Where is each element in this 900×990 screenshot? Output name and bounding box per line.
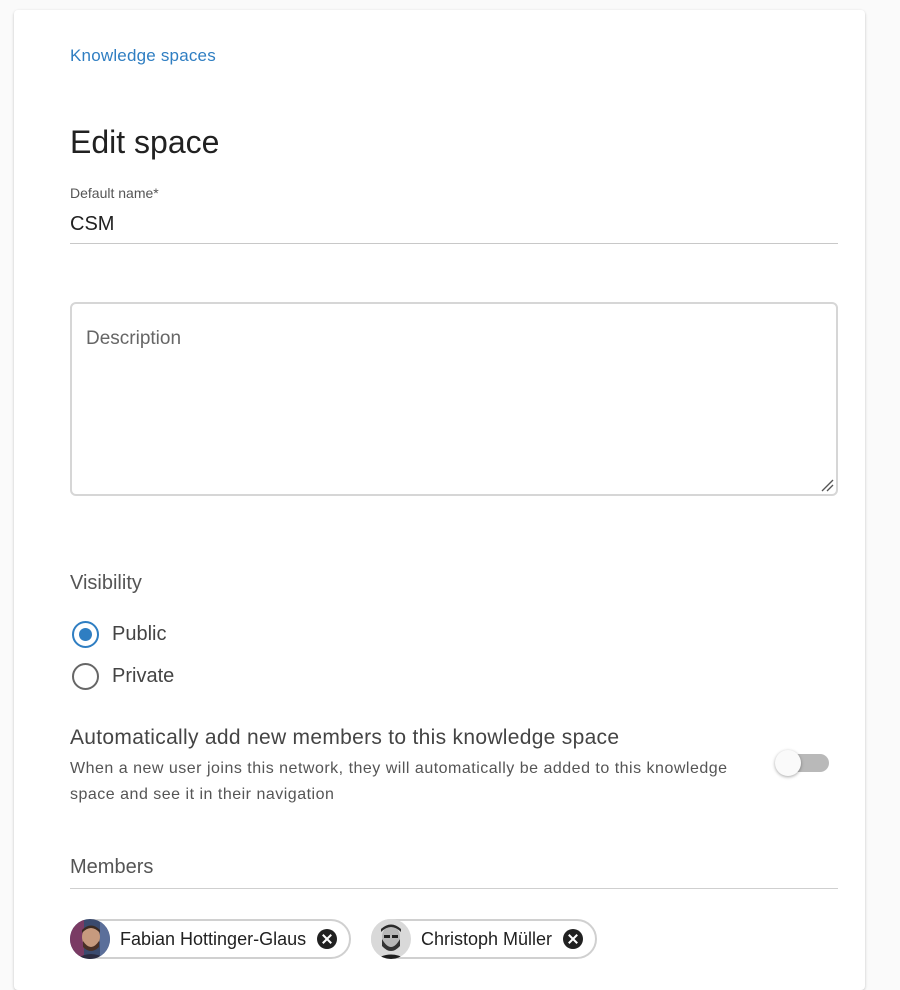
- members-label: Members: [70, 856, 154, 878]
- avatar: [371, 919, 411, 959]
- visibility-option-label: Private: [112, 664, 175, 687]
- visibility-option-label: Public: [112, 622, 167, 645]
- remove-member-icon[interactable]: [317, 929, 338, 949]
- default-name-input[interactable]: [70, 206, 838, 244]
- radio-checked-icon[interactable]: [72, 620, 99, 648]
- default-name-label: Default name*: [70, 185, 159, 201]
- visibility-option-public[interactable]: Public: [72, 620, 166, 648]
- remove-member-icon[interactable]: [563, 929, 584, 949]
- member-chip: Christoph Müller: [371, 919, 598, 959]
- auto-add-toggle[interactable]: [774, 750, 830, 776]
- radio-unchecked-icon[interactable]: [72, 662, 99, 690]
- edit-space-card: Knowledge spaces Edit space Default name…: [14, 10, 865, 990]
- visibility-label: Visibility: [70, 572, 142, 594]
- toggle-thumb: [775, 750, 801, 776]
- member-chip: Fabian Hottinger-Glaus: [70, 919, 352, 959]
- member-name: Christoph Müller: [421, 928, 553, 949]
- member-name: Fabian Hottinger-Glaus: [120, 928, 307, 949]
- description-textarea[interactable]: [72, 304, 836, 494]
- breadcrumb-knowledge-spaces[interactable]: Knowledge spaces: [70, 46, 216, 66]
- members-divider: [70, 888, 838, 889]
- auto-add-description: When a new user joins this network, they…: [70, 760, 728, 803]
- visibility-option-private[interactable]: Private: [72, 662, 174, 690]
- page-title: Edit space: [70, 124, 220, 160]
- resize-handle-icon[interactable]: [820, 478, 834, 492]
- auto-add-title: Automatically add new members to this kn…: [70, 726, 620, 749]
- avatar: [70, 919, 110, 959]
- description-field: [70, 302, 838, 496]
